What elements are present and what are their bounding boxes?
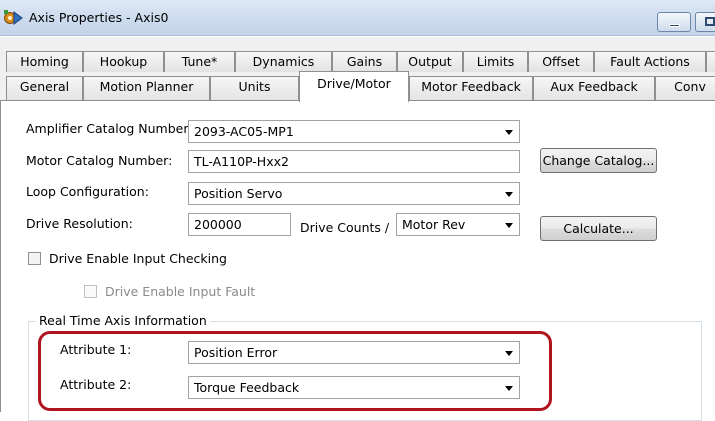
- resolution-units-select[interactable]: Motor Rev: [396, 213, 520, 236]
- dropdown-arrow-icon: [505, 223, 513, 228]
- tab-output[interactable]: Output: [397, 51, 463, 72]
- units-value: Motor Rev: [402, 217, 466, 232]
- tab-fault-actions[interactable]: Fault Actions: [594, 51, 706, 72]
- tab-conversion[interactable]: Conv: [655, 76, 715, 101]
- loop-value: Position Servo: [194, 186, 283, 201]
- drive-enable-checking-label: Drive Enable Input Checking: [49, 251, 227, 266]
- title-bar: Axis Properties - Axis0: [0, 0, 715, 36]
- amplifier-select[interactable]: 2093-AC05-MP1: [188, 120, 520, 143]
- change-catalog-button[interactable]: Change Catalog...: [540, 148, 657, 173]
- drive-resolution-field[interactable]: 200000: [188, 213, 291, 236]
- resolution-value: 200000: [194, 217, 242, 232]
- tab-homing[interactable]: Homing: [6, 51, 83, 72]
- tab-limits[interactable]: Limits: [463, 51, 528, 72]
- amplifier-label: Amplifier Catalog Number:: [26, 121, 193, 136]
- resolution-label: Drive Resolution:: [26, 216, 133, 231]
- axis-properties-icon: [4, 10, 23, 25]
- tab-strip: Homing Hookup Tune* Dynamics Gains Outpu…: [0, 37, 715, 102]
- tab-units[interactable]: Units: [210, 76, 299, 101]
- motor-catalog-field[interactable]: TL-A110P-Hxx2: [188, 150, 520, 173]
- loop-label: Loop Configuration:: [26, 184, 149, 199]
- tab-motor-feedback[interactable]: Motor Feedback: [409, 76, 533, 101]
- highlight-annotation: [38, 331, 552, 411]
- maximize-button[interactable]: [695, 12, 715, 32]
- amplifier-value: 2093-AC05-MP1: [194, 124, 294, 139]
- tab-dynamics[interactable]: Dynamics: [235, 51, 332, 72]
- tab-overflow[interactable]: [706, 51, 715, 72]
- dropdown-arrow-icon: [505, 130, 513, 135]
- maximize-icon: [705, 17, 715, 26]
- motor-value: TL-A110P-Hxx2: [194, 154, 289, 169]
- loop-configuration-select[interactable]: Position Servo: [188, 182, 520, 205]
- drive-enable-checking-checkbox[interactable]: [28, 252, 41, 265]
- tab-drive-motor[interactable]: Drive/Motor: [299, 71, 409, 102]
- tab-gains[interactable]: Gains: [332, 51, 397, 72]
- tab-motion-planner[interactable]: Motion Planner: [83, 76, 210, 101]
- tab-general[interactable]: General: [6, 76, 83, 101]
- minimize-button[interactable]: [657, 12, 691, 32]
- realtime-group-title: Real Time Axis Information: [36, 313, 210, 328]
- minimize-icon: [669, 24, 680, 27]
- window-title: Axis Properties - Axis0: [29, 10, 169, 25]
- drive-counts-label: Drive Counts /: [300, 220, 390, 235]
- tab-tune[interactable]: Tune*: [164, 51, 235, 72]
- drive-enable-fault-checkbox[interactable]: [84, 285, 97, 298]
- drive-enable-fault-label: Drive Enable Input Fault: [105, 284, 256, 299]
- tab-offset[interactable]: Offset: [528, 51, 594, 72]
- calculate-button[interactable]: Calculate...: [540, 216, 657, 241]
- dropdown-arrow-icon: [505, 192, 513, 197]
- motor-label: Motor Catalog Number:: [26, 153, 173, 168]
- tab-hookup[interactable]: Hookup: [83, 51, 164, 72]
- tab-aux-feedback[interactable]: Aux Feedback: [533, 76, 655, 101]
